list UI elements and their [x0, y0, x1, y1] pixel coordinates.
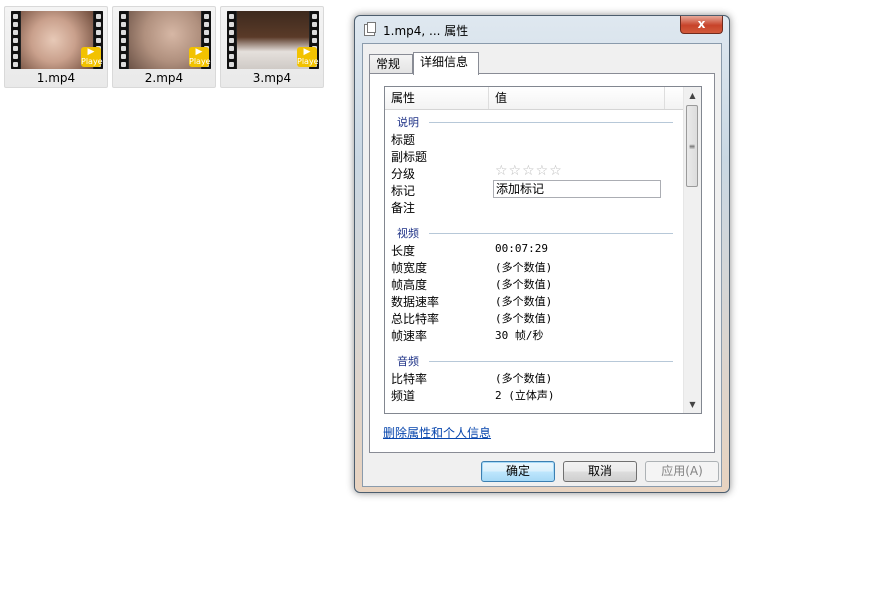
- row-frame-height[interactable]: 帧高度 (多个数值): [385, 275, 685, 292]
- player-badge-icon: ▶Player: [297, 47, 319, 67]
- list-header: 属性 值: [385, 87, 685, 110]
- row-value: 30 帧/秒: [495, 329, 544, 342]
- row-data-rate[interactable]: 数据速率 (多个数值): [385, 292, 685, 309]
- row-key: 比特率: [391, 372, 428, 386]
- list-body: 说明 标题 副标题 分级 ☆☆☆☆☆ 标记 添加标记 备注 视频 长度 00:0…: [385, 110, 685, 403]
- row-frame-rate[interactable]: 帧速率 30 帧/秒: [385, 326, 685, 343]
- video-thumbnail: ▶Player: [227, 11, 319, 69]
- scroll-thumb[interactable]: ≡: [686, 105, 698, 187]
- row-channels[interactable]: 频道 2 (立体声): [385, 386, 685, 403]
- column-header-value[interactable]: 值: [489, 87, 665, 109]
- row-key: 帧宽度: [391, 261, 428, 275]
- row-value: (多个数值): [495, 261, 553, 274]
- row-comments[interactable]: 备注: [385, 198, 685, 215]
- close-button[interactable]: x: [680, 16, 723, 34]
- group-label: 说明: [397, 114, 423, 130]
- dialog-title: 1.mp4, ... 属性: [383, 24, 469, 38]
- row-key: 帧高度: [391, 278, 428, 292]
- remove-properties-link[interactable]: 删除属性和个人信息: [383, 424, 491, 441]
- row-title[interactable]: 标题: [385, 130, 685, 147]
- dialog-client: 常规 详细信息 属性 值 说明 标题 副标题 分级 ☆☆☆☆☆ 标记 添加标记 …: [362, 43, 722, 487]
- film-strip-left: [119, 11, 128, 69]
- group-divider: [429, 361, 673, 362]
- row-key: 备注: [391, 201, 416, 215]
- vertical-scrollbar[interactable]: ▲ ≡ ▼: [683, 87, 701, 413]
- group-header-audio: 音频: [385, 349, 685, 369]
- ok-button[interactable]: 确定: [481, 461, 555, 482]
- player-badge-icon: ▶Player: [81, 47, 103, 67]
- group-header-description: 说明: [385, 110, 685, 130]
- dialog-titlebar[interactable]: 1.mp4, ... 属性 x: [355, 16, 729, 42]
- cancel-button[interactable]: 取消: [563, 461, 637, 482]
- row-value: (多个数值): [495, 278, 553, 291]
- row-total-bitrate[interactable]: 总比特率 (多个数值): [385, 309, 685, 326]
- column-header-property[interactable]: 属性: [385, 87, 489, 109]
- video-thumbnail: ▶Player: [119, 11, 211, 69]
- row-key: 副标题: [391, 150, 428, 164]
- row-length[interactable]: 长度 00:07:29: [385, 241, 685, 258]
- row-value: 2 (立体声): [495, 389, 555, 402]
- file-name: 2.mp4: [144, 71, 184, 85]
- tab-general[interactable]: 常规: [369, 54, 413, 74]
- rating-stars-icon[interactable]: ☆☆☆☆☆: [495, 163, 563, 179]
- row-key: 帧速率: [391, 329, 428, 343]
- group-label: 视频: [397, 225, 423, 241]
- row-key: 标题: [391, 133, 416, 147]
- group-divider: [429, 233, 673, 234]
- player-badge-icon: ▶Player: [189, 47, 211, 67]
- row-key: 频道: [391, 389, 416, 403]
- row-value: (多个数值): [495, 312, 553, 325]
- group-header-video: 视频: [385, 221, 685, 241]
- row-tags[interactable]: 标记 添加标记: [385, 180, 685, 198]
- copy-files-icon: [364, 22, 376, 36]
- row-key: 总比特率: [391, 312, 440, 326]
- row-key: 标记: [391, 184, 416, 198]
- scroll-up-icon[interactable]: ▲: [684, 87, 701, 104]
- film-strip-left: [227, 11, 236, 69]
- row-audio-bitrate[interactable]: 比特率 (多个数值): [385, 369, 685, 386]
- file-2-mp4[interactable]: ▶Player 2.mp4: [112, 6, 216, 88]
- row-rating[interactable]: 分级 ☆☆☆☆☆: [385, 163, 685, 181]
- row-value: (多个数值): [495, 372, 553, 385]
- details-panel: 属性 值 说明 标题 副标题 分级 ☆☆☆☆☆ 标记 添加标记 备注 视频 长度…: [369, 73, 715, 453]
- tags-input[interactable]: 添加标记: [493, 180, 661, 198]
- row-value: 00:07:29: [495, 242, 548, 255]
- group-divider: [429, 122, 673, 123]
- group-label: 音频: [397, 353, 423, 369]
- file-3-mp4[interactable]: ▶Player 3.mp4: [220, 6, 324, 88]
- row-value: (多个数值): [495, 295, 553, 308]
- scroll-down-icon[interactable]: ▼: [684, 396, 701, 413]
- apply-button[interactable]: 应用(A): [645, 461, 719, 482]
- file-name: 3.mp4: [252, 71, 292, 85]
- properties-dialog: 1.mp4, ... 属性 x 常规 详细信息 属性 值 说明 标题 副标题 分…: [354, 15, 730, 493]
- row-frame-width[interactable]: 帧宽度 (多个数值): [385, 258, 685, 275]
- properties-list[interactable]: 属性 值 说明 标题 副标题 分级 ☆☆☆☆☆ 标记 添加标记 备注 视频 长度…: [384, 86, 702, 414]
- tab-details[interactable]: 详细信息: [413, 52, 479, 75]
- film-strip-left: [11, 11, 20, 69]
- row-key: 分级: [391, 167, 416, 181]
- row-key: 长度: [391, 244, 416, 258]
- video-thumbnail: ▶Player: [11, 11, 103, 69]
- row-subtitle[interactable]: 副标题: [385, 147, 685, 164]
- file-name: 1.mp4: [36, 71, 76, 85]
- file-1-mp4[interactable]: ▶Player 1.mp4: [4, 6, 108, 88]
- row-key: 数据速率: [391, 295, 440, 309]
